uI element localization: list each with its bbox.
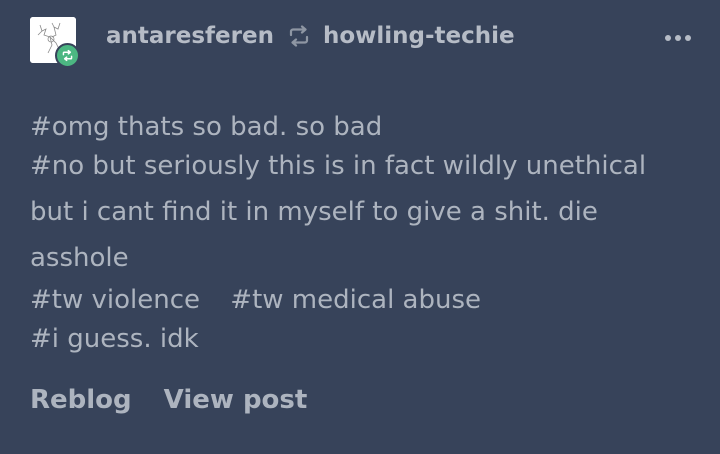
- reblog-button[interactable]: Reblog: [30, 385, 132, 415]
- tag[interactable]: #no but seriously this is in fact wildly…: [30, 143, 690, 281]
- reblog-icon: [287, 25, 311, 47]
- view-post-button[interactable]: View post: [164, 385, 308, 415]
- tag[interactable]: #omg thats so bad. so bad: [30, 108, 690, 147]
- reblogged-from-link[interactable]: howling-techie: [323, 23, 515, 49]
- post-header: antaresferen howling-techie: [30, 17, 700, 68]
- tag-row: #tw violence #tw medical abuse: [30, 281, 690, 320]
- post-attribution: antaresferen howling-techie: [106, 23, 515, 49]
- tag[interactable]: #i guess. idk: [30, 320, 690, 359]
- author-link[interactable]: antaresferen: [106, 23, 274, 49]
- tag[interactable]: #tw violence: [30, 285, 200, 315]
- post-card: antaresferen howling-techie #omg thats s…: [0, 0, 720, 454]
- tag[interactable]: #tw medical abuse: [230, 285, 481, 315]
- post-actions: Reblog View post: [30, 385, 307, 415]
- tag-list: #omg thats so bad. so bad #no but seriou…: [30, 108, 690, 359]
- reblog-badge-icon: [55, 43, 80, 68]
- more-options-icon[interactable]: [665, 35, 691, 41]
